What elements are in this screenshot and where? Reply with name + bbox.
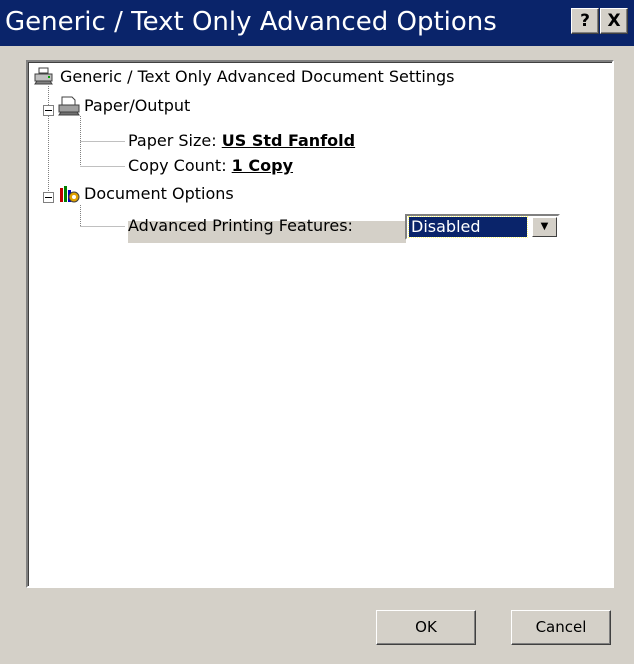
document-options-label[interactable]: Document Options: [84, 183, 234, 205]
copy-count-name: Copy Count:: [128, 156, 227, 175]
settings-tree[interactable]: Generic / Text Only Advanced Document Se…: [26, 60, 614, 588]
paper-output-icon: [58, 96, 80, 116]
root-node-label[interactable]: Generic / Text Only Advanced Document Se…: [60, 66, 455, 88]
paper-size-label[interactable]: Paper Size: US Std Fanfold: [128, 130, 355, 152]
title-bar[interactable]: Generic / Text Only Advanced Options ? X: [0, 0, 634, 46]
copy-count-label[interactable]: Copy Count: 1 Copy: [128, 155, 293, 177]
copy-count-value[interactable]: 1 Copy: [232, 156, 293, 175]
help-button[interactable]: ?: [571, 8, 599, 34]
collapse-document-options-toggle[interactable]: [43, 192, 54, 203]
window-title: Generic / Text Only Advanced Options: [5, 7, 497, 37]
printer-icon: [34, 67, 53, 85]
close-button[interactable]: X: [600, 8, 628, 34]
advanced-printing-label[interactable]: Advanced Printing Features:: [128, 215, 353, 237]
paper-size-value[interactable]: US Std Fanfold: [222, 131, 355, 150]
advanced-printing-selected-value[interactable]: Disabled: [408, 216, 528, 238]
paper-size-name: Paper Size:: [128, 131, 217, 150]
ok-button[interactable]: OK: [376, 610, 476, 645]
dropdown-arrow-button[interactable]: ▼: [532, 217, 557, 237]
cancel-button[interactable]: Cancel: [511, 610, 611, 645]
advanced-printing-dropdown[interactable]: Disabled ▼: [405, 214, 560, 240]
paper-output-label[interactable]: Paper/Output: [84, 95, 190, 117]
chevron-down-icon: ▼: [540, 221, 549, 232]
collapse-paper-output-toggle[interactable]: [43, 105, 54, 116]
document-options-icon: [60, 186, 80, 203]
